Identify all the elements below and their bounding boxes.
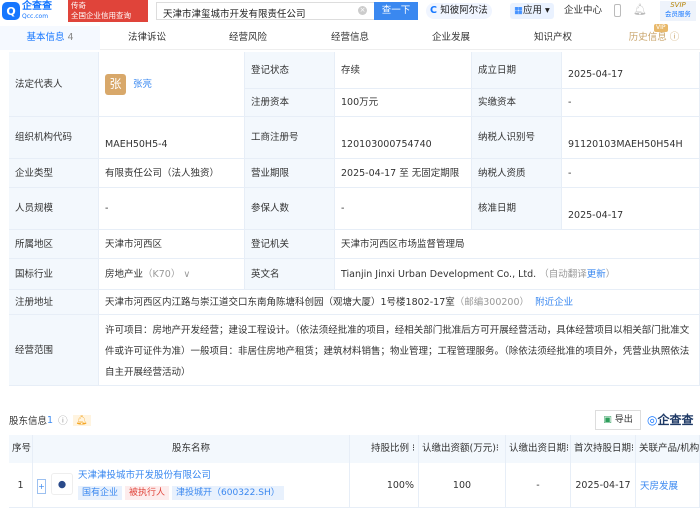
term-value: 2025-04-17 至 无固定期限 [335, 159, 472, 188]
update-link[interactable]: 更新 [587, 266, 606, 283]
staff-label: 人员规模 [9, 188, 99, 230]
legal-rep-avatar: 张 [105, 73, 126, 95]
col-related: 关联产品/机构 [636, 435, 700, 463]
legal-rep-link[interactable]: 张亮 [133, 76, 152, 93]
type-label: 企业类型 [9, 159, 99, 188]
export-button[interactable]: ▣ 导出 [595, 410, 641, 430]
company-logo: ● [51, 473, 73, 495]
qcc-logo[interactable]: Q 企查查 Qcc.com [2, 1, 70, 21]
row-ratio: 100% [350, 463, 419, 508]
region-value: 天津市河西区 [99, 230, 245, 259]
tab-legal[interactable]: 法律诉讼 [97, 26, 197, 50]
col-name: 股东名称 [33, 435, 350, 463]
address-value: 天津市河西区内江路与崇江道交口东南角陈塘科创园（观塘大厦）1号楼1802-17室… [99, 290, 700, 315]
tab-ip[interactable]: 知识产权 [503, 26, 603, 50]
region-label: 所属地区 [9, 230, 99, 259]
address-label: 注册地址 [9, 290, 99, 315]
authority-value: 天津市河西区市场监督管理局 [335, 230, 700, 259]
tax-id-label: 纳税人识别号 [472, 117, 562, 159]
slogan-banner: 传奇 全国企业信用查询 [68, 0, 148, 22]
bell-icon[interactable]: 🔔︎ [72, 414, 91, 426]
row-name-cell: + ● 天津津投城市开发股份有限公司 国有企业 被执行人 津投城开（600322.S… [33, 463, 350, 508]
qcc-watermark-logo: ◎企查查 [647, 413, 694, 427]
en-name-value: Tianjin Jinxi Urban Development Co., Ltd… [335, 259, 700, 290]
tab-basic-info[interactable]: 基本信息 4 [0, 26, 100, 50]
grid-icon: ▦ [514, 5, 523, 16]
reg-status-value: 存续 [335, 52, 472, 89]
bell-icon[interactable]: 🔔︎ [633, 3, 647, 16]
nearby-link[interactable]: 附近企业 [535, 294, 573, 311]
ai-button[interactable]: C 知彼阿尔法 [426, 3, 492, 19]
search-input[interactable]: 天津市津玺城市开发有限责任公司 [156, 2, 374, 20]
tab-risk[interactable]: 经营风险 [198, 26, 298, 50]
biz-reg-no-value: 120103000754740 [335, 117, 472, 159]
logo-icon: Q [2, 2, 20, 20]
tag-stock[interactable]: 津投城开（600322.SH） [172, 486, 284, 500]
industry-label: 国标行业 [9, 259, 99, 290]
enterprise-center-link[interactable]: 企业中心 [560, 3, 606, 19]
top-bar: Q 企查查 Qcc.com 传奇 全国企业信用查询 天津市津玺城市开发有限责任公司 ×… [0, 0, 700, 22]
related-link[interactable]: 天房发展 [636, 463, 700, 508]
approve-label: 核准日期 [472, 188, 562, 230]
found-date-label: 成立日期 [472, 52, 562, 89]
clear-icon[interactable]: × [358, 6, 367, 15]
legal-rep-label: 法定代表人 [9, 52, 99, 117]
staff-value: - [99, 188, 245, 230]
tax-qual-label: 纳税人资质 [472, 159, 562, 188]
excel-icon: ▣ [603, 415, 612, 425]
authority-label: 登记机关 [245, 230, 335, 259]
row-sub-date: - [506, 463, 571, 508]
info-icon[interactable]: ⓘ [58, 413, 68, 427]
apps-menu[interactable]: ▦应用 ▾ [510, 3, 554, 19]
en-name-label: 英文名 [245, 259, 335, 290]
shareholder-link[interactable]: 天津津投城市开发股份有限公司 [78, 469, 287, 483]
col-no: 序号 [9, 435, 33, 463]
scope-value: 许可项目：房地产开发经营；建设工程设计。（依法须经批准的项目，经相关部门批准后方… [99, 315, 700, 386]
col-sub-date[interactable]: 认缴出资日期⁝ [506, 435, 571, 463]
type-value: 有限责任公司（法人独资） [99, 159, 245, 188]
reg-status-label: 登记状态 [245, 52, 335, 89]
term-label: 营业期限 [245, 159, 335, 188]
chevron-down-icon: ∨ [180, 268, 191, 280]
industry-value[interactable]: 房地产业 （K70） ∨ [99, 259, 245, 290]
insured-value: - [335, 188, 472, 230]
row-first-date: 2025-04-17 [571, 463, 636, 508]
tag-executed[interactable]: 被执行人 [125, 486, 170, 500]
org-code-label: 组织机构代码 [9, 117, 99, 159]
row-no: 1 [9, 463, 33, 508]
expand-icon[interactable]: + [37, 479, 46, 494]
tax-id-value: 91120103MAEH50H54H [562, 117, 700, 159]
scope-label: 经营范围 [9, 315, 99, 386]
col-first-date[interactable]: 首次持股日期⁝ [571, 435, 636, 463]
search-button[interactable]: 查一下 [374, 2, 418, 20]
biz-reg-no-label: 工商注册号 [245, 117, 335, 159]
org-code-value: MAEH50H5-4 [99, 117, 245, 159]
tag-state-owned[interactable]: 国有企业 [78, 486, 123, 500]
col-ratio[interactable]: 持股比例 ⁝ [350, 435, 419, 463]
paid-capital-value: - [562, 89, 700, 117]
svip-badge[interactable]: SVIP 会员服务 [660, 1, 696, 21]
tab-operation[interactable]: 经营信息 [300, 26, 400, 50]
reg-capital-label: 注册资本 [245, 89, 335, 117]
ai-icon: C [430, 5, 441, 16]
mobile-icon[interactable] [614, 4, 621, 17]
shareholders-heading: 股东信息 1 ⓘ 🔔︎ [9, 413, 91, 427]
paid-capital-label: 实缴资本 [472, 89, 562, 117]
tab-bar: 基本信息 4 法律诉讼 经营风险 经营信息 企业发展 知识产权 历史信息 ⓘ VI… [0, 24, 700, 50]
vip-badge: VIP [654, 24, 668, 32]
tab-development[interactable]: 企业发展 [401, 26, 501, 50]
found-date-value: 2025-04-17 [562, 52, 700, 89]
tax-qual-value: - [562, 159, 700, 188]
reg-capital-value: 100万元 [335, 89, 472, 117]
col-amount[interactable]: 认缴出资额(万元)⁝ [419, 435, 506, 463]
row-amount: 100 [419, 463, 506, 508]
insured-label: 参保人数 [245, 188, 335, 230]
approve-value: 2025-04-17 [562, 188, 700, 230]
legal-rep-cell: 张张亮 [99, 52, 245, 117]
tab-history[interactable]: 历史信息 ⓘ VIP [604, 24, 700, 50]
